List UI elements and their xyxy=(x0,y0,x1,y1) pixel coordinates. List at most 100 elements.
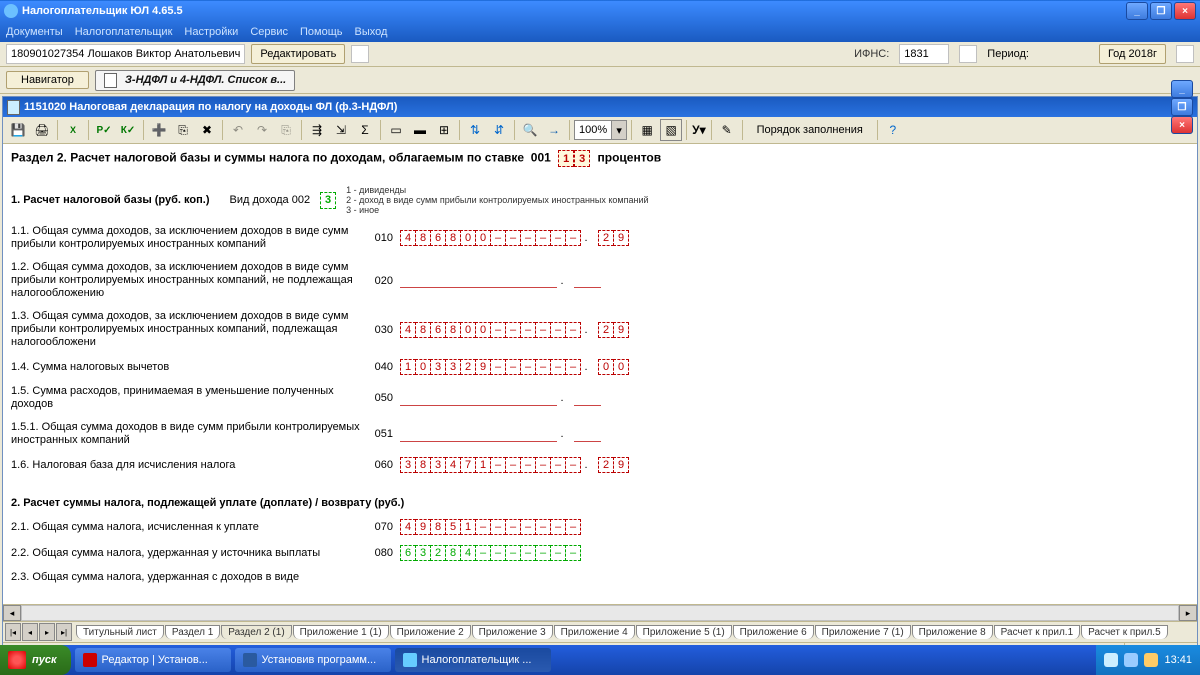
form-row: 2.2. Общая сумма налога, удержанная у ис… xyxy=(11,545,1189,561)
document-icon xyxy=(7,100,20,115)
scroll-right-button[interactable]: ▸ xyxy=(1179,605,1197,621)
page-tab[interactable]: Раздел 1 xyxy=(165,625,220,639)
close-button[interactable]: × xyxy=(1174,2,1196,20)
row-code: 050 xyxy=(369,392,393,404)
navigator-tab[interactable]: З-НДФЛ и 4-НДФЛ. Список в... xyxy=(95,70,295,91)
horizontal-scrollbar[interactable]: ◂ ▸ xyxy=(3,604,1197,621)
u-dropdown[interactable]: У ▾ xyxy=(691,119,707,141)
print-icon[interactable]: 🖨 xyxy=(31,119,53,141)
rect2-icon[interactable]: ▬ xyxy=(409,119,431,141)
help-icon[interactable]: ? xyxy=(882,119,904,141)
page-tab[interactable]: Приложение 4 xyxy=(554,625,635,639)
rate-digit-2[interactable]: 3 xyxy=(574,150,590,167)
row-cells[interactable]: 486800––––––.29 xyxy=(401,322,629,338)
income-type-cell[interactable]: 3 xyxy=(320,192,336,209)
check-k-icon[interactable]: К✓ xyxy=(117,119,139,141)
task-button-3[interactable]: Налогоплательщик ... xyxy=(395,648,551,672)
menu-documents[interactable]: Документы xyxy=(6,26,63,38)
redo-icon[interactable]: ↷ xyxy=(251,119,273,141)
page-tab[interactable]: Расчет к прил.5 xyxy=(1081,625,1167,639)
tray-icon[interactable] xyxy=(1124,653,1138,667)
period-button[interactable]: Год 2018г xyxy=(1099,44,1166,64)
rect1-icon[interactable]: ▭ xyxy=(385,119,407,141)
wand-icon[interactable]: ✎ xyxy=(716,119,738,141)
check-r-icon[interactable]: Р✓ xyxy=(93,119,115,141)
find-icon[interactable]: 🔍 xyxy=(519,119,541,141)
menu-service[interactable]: Сервис xyxy=(250,26,288,38)
minimize-button[interactable]: _ xyxy=(1126,2,1148,20)
next-icon[interactable]: → xyxy=(543,119,565,141)
view2-icon[interactable]: ▧ xyxy=(660,119,682,141)
sort2-icon[interactable]: ⇵ xyxy=(488,119,510,141)
row-cells[interactable]: 486800––––––.29 xyxy=(401,230,629,246)
page-tab[interactable]: Приложение 5 (1) xyxy=(636,625,732,639)
rate-digit-1[interactable]: 1 xyxy=(558,150,574,167)
tray-icon[interactable] xyxy=(1104,653,1118,667)
page-tab[interactable]: Приложение 2 xyxy=(390,625,471,639)
task-button-2[interactable]: Установив программ... xyxy=(235,648,391,672)
start-button[interactable]: пуск xyxy=(0,645,71,675)
delete-icon[interactable]: ✖ xyxy=(196,119,218,141)
tree-expand-icon[interactable]: ⇲ xyxy=(330,119,352,141)
menu-taxpayer[interactable]: Налогоплательщик xyxy=(75,26,173,38)
row-cells[interactable]: 103329––––––.00 xyxy=(401,359,629,375)
export-excel-icon[interactable]: X xyxy=(62,119,84,141)
row-cells[interactable]: 63284––––––– xyxy=(401,545,581,561)
form-row: 1.6. Налоговая база для исчисления налог… xyxy=(11,457,1189,473)
edit-button[interactable]: Редактировать xyxy=(251,44,345,64)
page-tab[interactable]: Приложение 3 xyxy=(472,625,553,639)
view1-icon[interactable]: ▦ xyxy=(636,119,658,141)
calc-icon[interactable]: Σ xyxy=(354,119,376,141)
page-tab[interactable]: Расчет к прил.1 xyxy=(994,625,1080,639)
info-extra-button[interactable] xyxy=(351,45,369,63)
doc-close-button[interactable]: × xyxy=(1171,116,1193,134)
doc-maximize-button[interactable]: ❐ xyxy=(1171,98,1193,116)
zoom-select[interactable]: 100%▾ xyxy=(574,120,627,140)
ifns-picker[interactable] xyxy=(959,45,977,63)
row-label: 1.3. Общая сумма доходов, за исключением… xyxy=(11,310,361,349)
page-tab[interactable]: Приложение 7 (1) xyxy=(815,625,911,639)
duplicate-icon[interactable]: ⎘ xyxy=(172,119,194,141)
page-tab[interactable]: Титульный лист xyxy=(76,625,164,639)
menu-exit[interactable]: Выход xyxy=(355,26,388,38)
sort-icon[interactable]: ⇅ xyxy=(464,119,486,141)
doc-minimize-button[interactable]: _ xyxy=(1171,80,1193,98)
menu-help[interactable]: Помощь xyxy=(300,26,343,38)
page-tab[interactable]: Приложение 8 xyxy=(912,625,993,639)
tab-last-button[interactable]: ▸| xyxy=(56,623,72,641)
row-cells[interactable]: 383471––––––.29 xyxy=(401,457,629,473)
form-row: 2.3. Общая сумма налога, удержанная с до… xyxy=(11,571,1189,584)
scroll-left-button[interactable]: ◂ xyxy=(3,605,21,621)
row-cells[interactable]: . xyxy=(401,273,601,288)
task-button-1[interactable]: Редактор | Установ... xyxy=(75,648,231,672)
navigator-label[interactable]: Навигатор xyxy=(6,71,89,89)
row-cells[interactable]: 49851––––––– xyxy=(401,519,581,535)
ifns-value[interactable]: 1831 xyxy=(899,44,949,64)
add-icon[interactable]: ➕ xyxy=(148,119,170,141)
app-icon xyxy=(4,4,18,18)
row-cells[interactable]: . xyxy=(401,427,601,442)
tab-first-button[interactable]: |◂ xyxy=(5,623,21,641)
maximize-button[interactable]: ❐ xyxy=(1150,2,1172,20)
section-heading: Раздел 2. Расчет налоговой базы и суммы … xyxy=(11,150,1189,167)
row-cells[interactable]: . xyxy=(401,391,601,406)
fill-order-button[interactable]: Порядок заполнения xyxy=(747,122,873,138)
tray-icon[interactable] xyxy=(1144,653,1158,667)
page-tab[interactable]: Раздел 2 (1) xyxy=(221,625,291,639)
tab-next-button[interactable]: ▸ xyxy=(39,623,55,641)
copy-icon[interactable]: ⎘ xyxy=(275,119,297,141)
page-tab[interactable]: Приложение 1 (1) xyxy=(293,625,389,639)
table-icon[interactable]: ⊞ xyxy=(433,119,455,141)
taxpayer-id[interactable]: 180901027354 Лошаков Виктор Анатольевич xyxy=(6,44,245,64)
undo-icon[interactable]: ↶ xyxy=(227,119,249,141)
tree-icon[interactable]: ⇶ xyxy=(306,119,328,141)
tab-prev-button[interactable]: ◂ xyxy=(22,623,38,641)
period-picker[interactable] xyxy=(1176,45,1194,63)
menu-settings[interactable]: Настройки xyxy=(184,26,238,38)
ifns-label: ИФНС: xyxy=(854,48,889,60)
navigator-row: Навигатор З-НДФЛ и 4-НДФЛ. Список в... xyxy=(0,67,1200,94)
system-tray[interactable]: 13:41 xyxy=(1096,645,1200,675)
save-icon[interactable]: 💾 xyxy=(7,119,29,141)
row-code: 030 xyxy=(369,324,393,336)
page-tab[interactable]: Приложение 6 xyxy=(733,625,814,639)
